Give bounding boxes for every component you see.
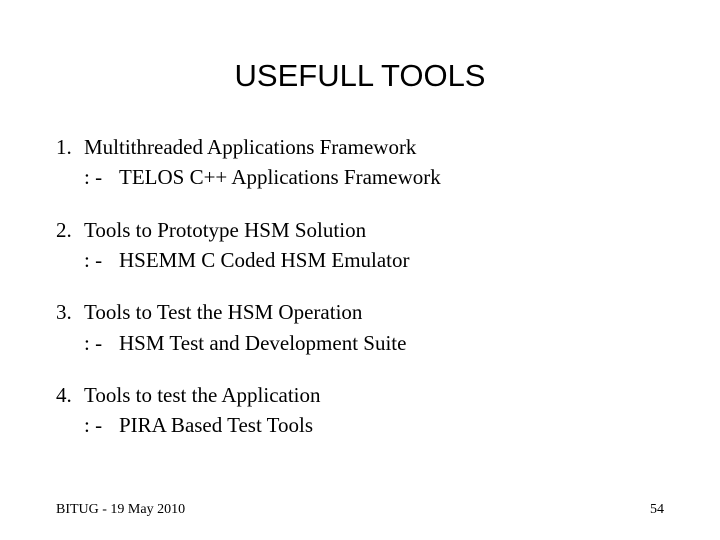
sub-text: HSEMM C Coded HSM Emulator — [119, 246, 410, 274]
slide-title: USEFULL TOOLS — [0, 58, 720, 94]
list-item: 1. Multithreaded Applications Framework … — [56, 133, 656, 192]
item-number: 1. — [56, 133, 84, 161]
list-item: 3. Tools to Test the HSM Operation : - H… — [56, 298, 656, 357]
item-text: Tools to Test the HSM Operation — [84, 298, 362, 326]
item-text: Multithreaded Applications Framework — [84, 133, 416, 161]
item-text: Tools to Prototype HSM Solution — [84, 216, 366, 244]
tool-list: 1. Multithreaded Applications Framework … — [56, 133, 656, 464]
footer-left: BITUG - 19 May 2010 — [56, 502, 185, 518]
item-number: 2. — [56, 216, 84, 244]
sub-bullet: : - — [84, 163, 119, 191]
item-number: 3. — [56, 298, 84, 326]
sub-bullet: : - — [84, 411, 119, 439]
item-number: 4. — [56, 381, 84, 409]
sub-text: TELOS C++ Applications Framework — [119, 163, 441, 191]
sub-bullet: : - — [84, 246, 119, 274]
footer-page-number: 54 — [650, 502, 664, 518]
list-item: 4. Tools to test the Application : - PIR… — [56, 381, 656, 440]
sub-text: HSM Test and Development Suite — [119, 329, 406, 357]
slide-footer: BITUG - 19 May 2010 54 — [56, 502, 664, 518]
list-item: 2. Tools to Prototype HSM Solution : - H… — [56, 216, 656, 275]
sub-bullet: : - — [84, 329, 119, 357]
item-text: Tools to test the Application — [84, 381, 321, 409]
sub-text: PIRA Based Test Tools — [119, 411, 313, 439]
